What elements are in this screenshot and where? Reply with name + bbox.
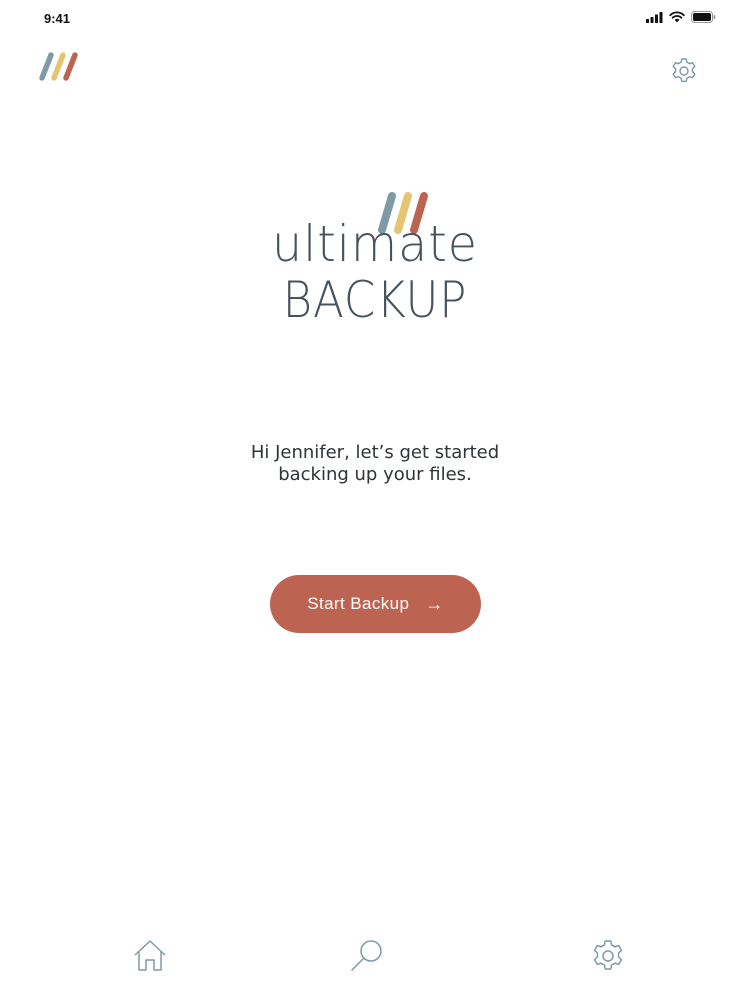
search-icon (351, 940, 382, 971)
greeting-line-2: backing up your files. (278, 464, 472, 485)
logo-text-ultimate: ultimate (272, 215, 478, 273)
app-logo: ultimate BACKUP (260, 186, 490, 342)
tab-search[interactable] (348, 936, 388, 976)
tab-home[interactable] (130, 936, 170, 976)
gear-icon (593, 940, 623, 970)
start-backup-button[interactable]: Start Backup → (270, 575, 481, 633)
home-icon (134, 940, 166, 971)
tab-bar (0, 920, 750, 1000)
start-backup-label: Start Backup (307, 594, 410, 613)
gear-icon (672, 58, 696, 83)
battery-icon (691, 11, 716, 23)
tab-settings[interactable] (588, 936, 628, 976)
brand-stripes-icon (36, 48, 82, 86)
logo-text-backup: BACKUP (282, 271, 468, 329)
settings-button[interactable] (668, 55, 700, 87)
greeting-text: Hi Jennifer, let’s get started backing u… (175, 442, 575, 486)
wifi-icon (669, 11, 685, 23)
greeting-line-1: Hi Jennifer, let’s get started (250, 442, 500, 463)
status-bar: 9:41 (0, 0, 750, 40)
status-icons (646, 11, 716, 23)
status-time: 9:41 (44, 11, 71, 26)
arrow-right-icon: → (425, 594, 444, 614)
cellular-signal-icon (646, 11, 663, 23)
